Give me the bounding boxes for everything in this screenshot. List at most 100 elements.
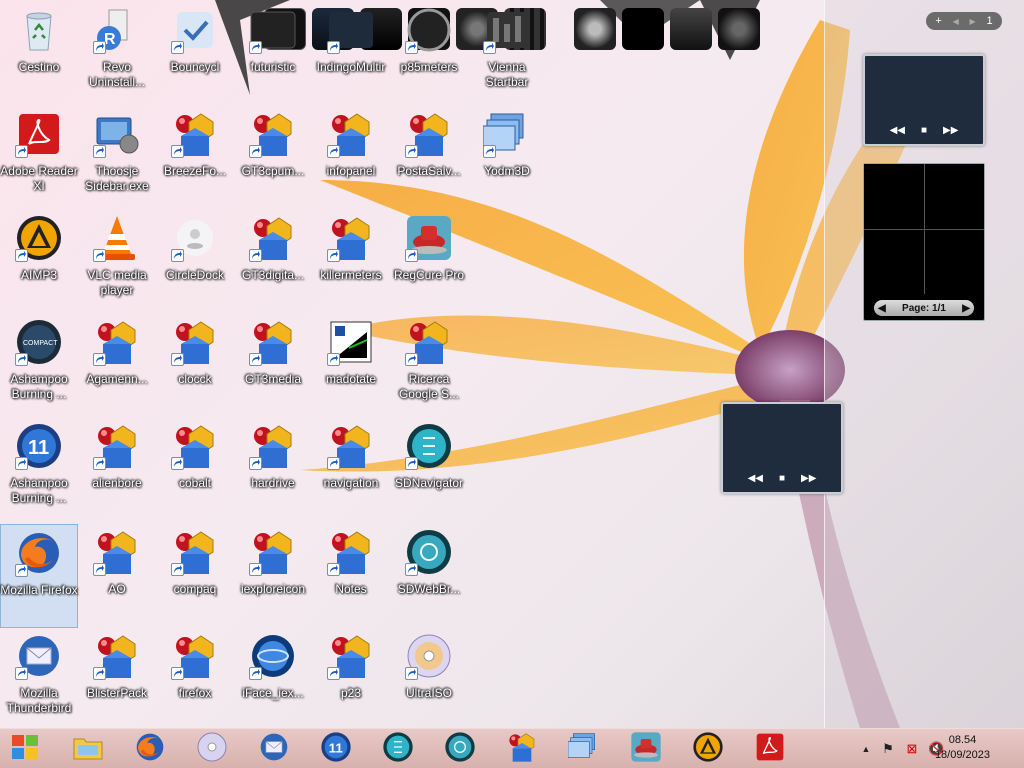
taskbar-thunderbird[interactable] — [252, 731, 296, 767]
dock-item-ie[interactable] — [574, 8, 616, 50]
taskbar-file-explorer[interactable] — [66, 731, 110, 767]
rainmeter-skin-icon — [249, 528, 297, 576]
desktop-icon[interactable]: navigation — [312, 418, 390, 522]
taskbar-ashampoo-11[interactable]: 11 — [314, 731, 358, 767]
desktop-icon[interactable]: BreezeFo... — [156, 106, 234, 210]
desktop-icon-label: madotate — [325, 372, 377, 386]
slideshow-page-label: Page: 1/1 — [902, 302, 946, 314]
desktop-icon[interactable]: hardrive — [234, 418, 312, 522]
desktop-icon[interactable]: IndingoMultir — [312, 2, 390, 106]
vienna-startbar-icon — [483, 6, 531, 54]
rewind-icon[interactable]: ◀◀ — [890, 125, 905, 136]
desktop-icon[interactable]: PostaSalv... — [390, 106, 468, 210]
desktop-icon[interactable]: SDWebBr... — [390, 524, 468, 628]
regcure-icon — [405, 214, 453, 262]
svg-text:11: 11 — [28, 437, 49, 459]
ultraiso-icon — [405, 632, 453, 680]
desktop-icon-label: AO — [108, 582, 126, 596]
desktop-icon[interactable]: VLC media player — [78, 210, 156, 314]
add-gadget-icon[interactable]: + — [935, 15, 941, 27]
desktop-icon[interactable]: Yodm3D — [468, 106, 546, 210]
desktop-icon[interactable]: Mozilla Firefox — [0, 524, 78, 628]
desktop-icon[interactable]: CircleDock — [156, 210, 234, 314]
desktop-icon[interactable]: iFace_iex... — [234, 628, 312, 728]
stop-icon[interactable]: ■ — [779, 473, 785, 484]
desktop-icon[interactable]: killermeters — [312, 210, 390, 314]
desktop-icon[interactable]: Thoosje Sidebar.exe — [78, 106, 156, 210]
taskbar-sdnavigator[interactable] — [376, 731, 420, 767]
desktop-icon[interactable]: Cestino — [0, 2, 78, 106]
desktop-icon[interactable]: UltraISO — [390, 628, 468, 728]
pager-prev-icon[interactable]: ◀ — [953, 17, 959, 26]
desktop-icon[interactable]: COMPACT Ashampoo Burning ... — [0, 314, 78, 418]
desktop-icon[interactable]: Notes — [312, 524, 390, 628]
desktop-icon[interactable]: R Revo Uninstall... — [78, 2, 156, 106]
desktop-icon[interactable]: cobalt — [156, 418, 234, 522]
pager-page-number: 1 — [986, 15, 993, 27]
stop-icon[interactable]: ■ — [921, 125, 927, 136]
desktop-icon[interactable]: GT3media — [234, 314, 312, 418]
taskbar-regcure[interactable] — [624, 731, 668, 767]
desktop-icon[interactable]: p23 — [312, 628, 390, 728]
desktop-icon[interactable]: GT3digita... — [234, 210, 312, 314]
futuristic-icon — [249, 6, 297, 54]
desktop-icon[interactable]: BlisterPack — [78, 628, 156, 728]
shortcut-arrow-icon — [405, 249, 418, 262]
taskbar-adobe-reader[interactable] — [748, 731, 792, 767]
desktop-icon[interactable]: AO — [78, 524, 156, 628]
desktop-icon[interactable]: Vienna Startbar — [468, 2, 546, 106]
circledock-icon — [171, 214, 219, 262]
desktop-icon-label: Vienna Startbar — [485, 60, 529, 89]
desktop-icon[interactable]: Agamenn... — [78, 314, 156, 418]
fast-forward-icon[interactable]: ▶▶ — [801, 473, 816, 484]
taskbar-rainmeter-skin[interactable] — [500, 731, 544, 767]
desktop-icon[interactable]: infopanel — [312, 106, 390, 210]
desktop-icon[interactable]: AIMP3 — [0, 210, 78, 314]
desktop-icon[interactable]: Bouncycl — [156, 2, 234, 106]
taskbar-yodm3d[interactable] — [562, 731, 606, 767]
adobe-reader-icon — [15, 110, 63, 158]
desktop-icon[interactable]: futuristic — [234, 2, 312, 106]
dock-item-recycle[interactable] — [718, 8, 760, 50]
slideshow-prev-icon[interactable]: ◀ — [878, 303, 886, 314]
media-gadget-floating[interactable]: ◀◀ ■ ▶▶ — [721, 402, 843, 494]
clock[interactable]: 08.54 18/09/2023 — [935, 733, 990, 763]
dock-item-tshirt[interactable] — [622, 8, 664, 50]
desktop-icon[interactable]: RegCure Pro — [390, 210, 468, 314]
desktop-icon[interactable]: GT3cpum... — [234, 106, 312, 210]
dock-item-users[interactable] — [670, 8, 712, 50]
desktop-icon[interactable]: clocck — [156, 314, 234, 418]
pager-next-icon[interactable]: ▶ — [970, 17, 976, 26]
desktop-icon[interactable]: Adobe Reader XI — [0, 106, 78, 210]
desktop-icon[interactable]: iexploreicon — [234, 524, 312, 628]
desktop-icon[interactable]: p85meters — [390, 2, 468, 106]
taskbar-start-orb[interactable] — [4, 731, 48, 767]
network-icon[interactable]: ⊠ — [904, 741, 920, 757]
taskbar-cd-disc[interactable] — [190, 731, 234, 767]
action-center-flag-icon[interactable]: ⚑ — [880, 741, 896, 757]
desktop-icon[interactable]: 11 Ashampoo Burning ... — [0, 418, 78, 522]
desktop-icon[interactable]: madotate — [312, 314, 390, 418]
desktop-icon[interactable]: compaq — [156, 524, 234, 628]
desktop-icon[interactable]: alienbore — [78, 418, 156, 522]
shortcut-arrow-icon — [327, 249, 340, 262]
taskbar-firefox[interactable] — [128, 731, 172, 767]
taskbar-sdwebbrowser[interactable] — [438, 731, 482, 767]
slideshow-next-icon[interactable]: ▶ — [962, 303, 970, 314]
rewind-icon[interactable]: ◀◀ — [748, 473, 763, 484]
fast-forward-icon[interactable]: ▶▶ — [943, 125, 958, 136]
clock-time: 08.54 — [948, 734, 977, 746]
desktop-icon-label: Mozilla Firefox — [0, 583, 78, 597]
iface-icon — [249, 632, 297, 680]
slideshow-gadget[interactable]: ◀ Page: 1/1 ▶ — [863, 163, 985, 321]
taskbar-aimp[interactable] — [686, 731, 730, 767]
rainmeter-skin-icon — [93, 632, 141, 680]
show-hidden-icons-icon[interactable]: ▲ — [858, 741, 874, 757]
desktop-icon[interactable]: firefox — [156, 628, 234, 728]
media-gadget-top[interactable]: ◀◀ ■ ▶▶ — [863, 54, 985, 146]
desktop-icon[interactable]: SDNavigator — [390, 418, 468, 522]
gadget-pager[interactable]: + ◀ ▶ 1 — [926, 12, 1002, 30]
desktop-icon[interactable]: Ricerca Google S... — [390, 314, 468, 418]
taskbar: 11 ▲ ⚑ ⊠ 🔇 08.54 18/09/2023 — [0, 728, 1024, 768]
desktop-icon[interactable]: Mozilla Thunderbird — [0, 628, 78, 728]
